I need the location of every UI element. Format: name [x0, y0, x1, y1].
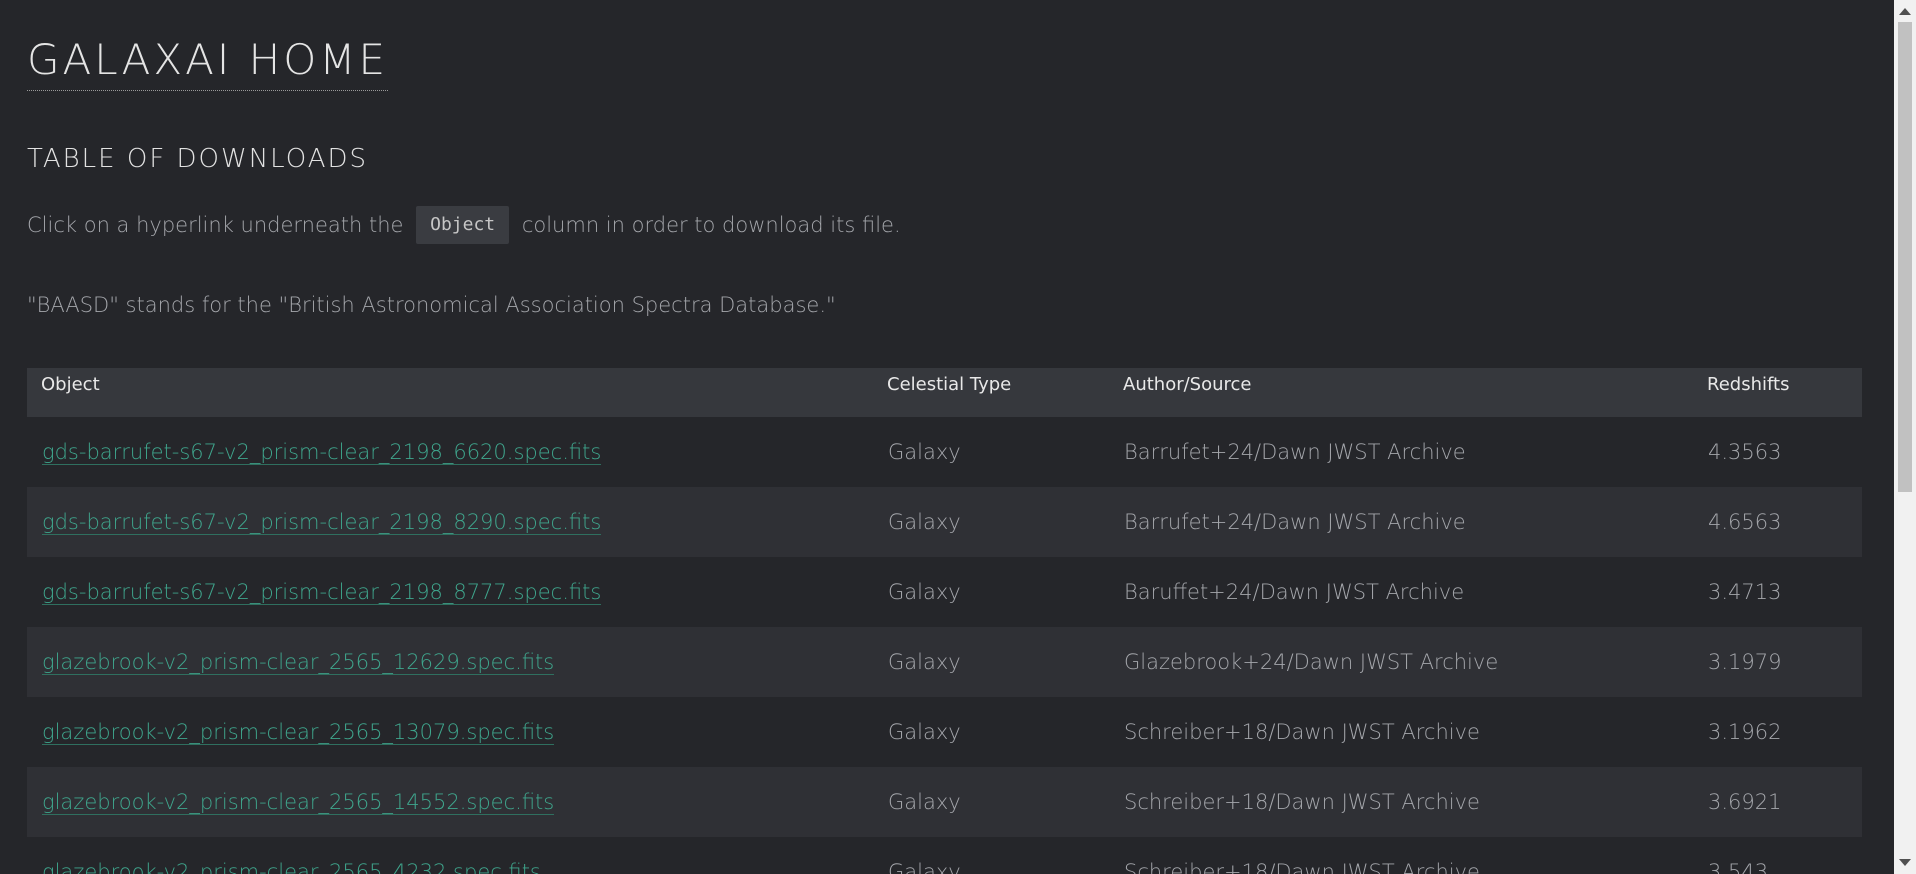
redshift-cell: 3.1962: [1708, 720, 1782, 744]
redshift-cell: 4.3563: [1708, 440, 1782, 464]
scroll-up-arrow-icon[interactable]: [1899, 8, 1911, 15]
author-source-cell: Baruffet+24/Dawn JWST Archive: [1124, 580, 1465, 604]
celestial-type-cell: Galaxy: [873, 767, 1109, 837]
instruction-text-after: column in order to download its file.: [515, 213, 901, 237]
scrollbar-thumb[interactable]: [1898, 22, 1912, 492]
vertical-scrollbar[interactable]: [1894, 0, 1916, 874]
site-title-link[interactable]: GALAXAI HOME: [27, 32, 389, 91]
object-cell: glazebrook-v2_prism-clear_2565_12629.spe…: [27, 627, 873, 697]
celestial-type-cell: Galaxy: [873, 487, 1109, 557]
author-source-cell: Glazebrook+24/Dawn JWST Archive: [1109, 627, 1693, 697]
celestial-type-cell: Galaxy: [888, 720, 961, 744]
object-cell: gds-barrufet-s67-v2_prism-clear_2198_662…: [27, 417, 873, 487]
table-row: glazebrook-v2_prism-clear_2565_12629.spe…: [27, 627, 1862, 697]
object-download-link[interactable]: glazebrook-v2_prism-clear_2565_12629.spe…: [42, 650, 555, 675]
instruction-text-before: Click on a hyperlink underneath the: [27, 213, 411, 237]
object-download-link[interactable]: gds-barrufet-s67-v2_prism-clear_2198_662…: [42, 440, 602, 465]
redshift-cell: 4.6563: [1693, 487, 1862, 557]
download-instructions: Click on a hyperlink underneath the Obje…: [27, 206, 901, 244]
redshift-cell: 3.4713: [1708, 580, 1782, 604]
table-row: glazebrook-v2_prism-clear_2565_14552.spe…: [27, 767, 1862, 837]
column-header-celestial-type: Celestial Type: [873, 368, 1109, 417]
column-header-redshifts: Redshifts: [1693, 368, 1862, 417]
object-cell: glazebrook-v2_prism-clear_2565_13079.spe…: [27, 697, 873, 767]
author-source-cell: Barrufet+24/Dawn JWST Archive: [1109, 487, 1693, 557]
column-header-object: Object: [27, 368, 873, 417]
object-cell: gds-barrufet-s67-v2_prism-clear_2198_829…: [27, 487, 873, 557]
object-download-link[interactable]: gds-barrufet-s67-v2_prism-clear_2198_877…: [42, 580, 602, 605]
celestial-type-cell: Galaxy: [888, 580, 961, 604]
page: GALAXAI HOME TABLE OF DOWNLOADS Click on…: [0, 0, 1894, 874]
celestial-type-cell: Galaxy: [888, 440, 961, 464]
object-download-link[interactable]: gds-barrufet-s67-v2_prism-clear_2198_829…: [42, 510, 602, 535]
table-row: gds-barrufet-s67-v2_prism-clear_2198_877…: [27, 557, 1862, 627]
table-row: glazebrook-v2_prism-clear_2565_13079.spe…: [27, 697, 1862, 767]
object-download-link[interactable]: glazebrook-v2_prism-clear_2565_4232.spec…: [42, 860, 541, 874]
object-download-link[interactable]: glazebrook-v2_prism-clear_2565_13079.spe…: [42, 720, 555, 745]
author-source-cell: Schreiber+18/Dawn JWST Archive: [1124, 860, 1480, 874]
table-row: gds-barrufet-s67-v2_prism-clear_2198_662…: [27, 417, 1862, 487]
author-source-cell: Barrufet+24/Dawn JWST Archive: [1124, 440, 1466, 464]
celestial-type-cell: Galaxy: [888, 860, 961, 874]
object-cell: gds-barrufet-s67-v2_prism-clear_2198_877…: [27, 557, 873, 627]
redshift-cell: 3.1979: [1693, 627, 1862, 697]
author-source-cell: Schreiber+18/Dawn JWST Archive: [1124, 720, 1480, 744]
object-cell: glazebrook-v2_prism-clear_2565_14552.spe…: [27, 767, 873, 837]
table-header-row: Object Celestial Type Author/Source Reds…: [27, 368, 1862, 417]
redshift-cell: 3.6921: [1693, 767, 1862, 837]
object-cell: glazebrook-v2_prism-clear_2565_4232.spec…: [27, 837, 873, 874]
table-row: glazebrook-v2_prism-clear_2565_4232.spec…: [27, 837, 1862, 874]
column-header-author-source: Author/Source: [1109, 368, 1693, 417]
object-download-link[interactable]: glazebrook-v2_prism-clear_2565_14552.spe…: [42, 790, 555, 815]
baasd-note: "BAASD" stands for the "British Astronom…: [27, 293, 836, 317]
celestial-type-cell: Galaxy: [873, 627, 1109, 697]
scroll-down-arrow-icon[interactable]: [1899, 859, 1911, 866]
downloads-table: Object Celestial Type Author/Source Reds…: [27, 368, 1862, 874]
section-title: TABLE OF DOWNLOADS: [27, 144, 369, 174]
table-row: gds-barrufet-s67-v2_prism-clear_2198_829…: [27, 487, 1862, 557]
author-source-cell: Schreiber+18/Dawn JWST Archive: [1109, 767, 1693, 837]
redshift-cell: 3.543: [1708, 860, 1769, 874]
object-code-chip: Object: [416, 206, 510, 244]
